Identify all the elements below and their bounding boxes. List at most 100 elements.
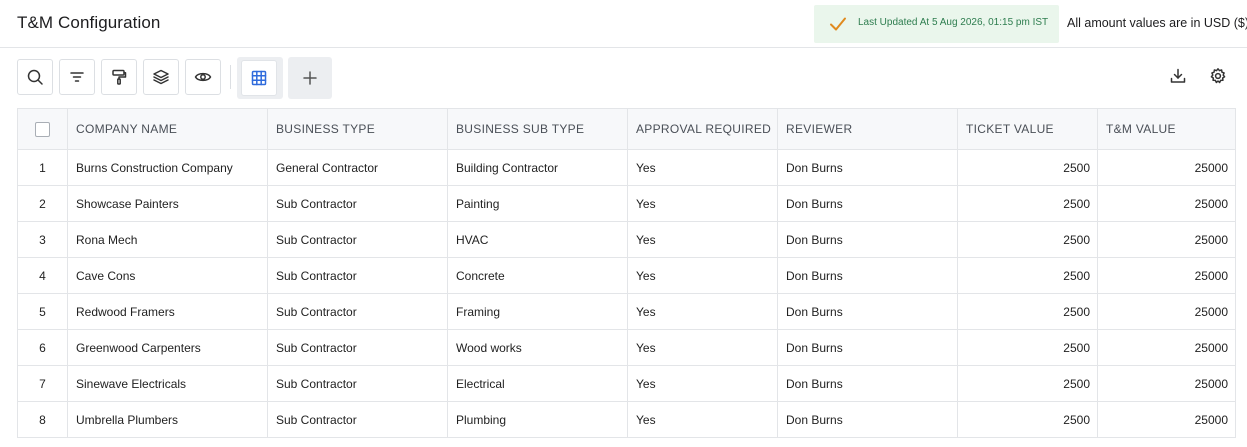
view-button[interactable] <box>185 59 221 95</box>
ticket-value-cell: 2500 <box>958 258 1098 293</box>
table-row[interactable]: 8 Umbrella Plumbers Sub Contractor Plumbing… <box>18 402 1235 438</box>
select-all-cell <box>18 109 68 149</box>
tm-value-cell: 25000 <box>1194 196 1228 211</box>
ticket-value-cell: 2500 <box>958 222 1098 257</box>
reviewer-cell: Don Burns <box>778 294 958 329</box>
tm-value-cell: 25000 <box>1194 160 1228 175</box>
reviewer-cell: Don Burns <box>778 222 958 257</box>
format-button[interactable] <box>101 59 137 95</box>
approval-required-cell: Yes <box>628 366 778 401</box>
add-view-button[interactable] <box>288 57 332 99</box>
filter-icon <box>70 72 84 82</box>
column-header-tm-value[interactable]: T&M VALUE <box>1098 109 1235 149</box>
row-number: 6 <box>18 330 68 365</box>
company-name-cell: Burns Construction Company <box>68 150 268 185</box>
grid-icon <box>251 70 267 86</box>
column-header-company-name[interactable]: COMPANY NAME <box>68 109 268 149</box>
table-row[interactable]: 5 Redwood Framers Sub Contractor Framing Yes… <box>18 294 1235 330</box>
row-number: 3 <box>18 222 68 257</box>
paint-roller-icon <box>112 69 127 85</box>
ticket-value-cell: 2500 <box>958 366 1098 401</box>
layers-button[interactable] <box>143 59 179 95</box>
select-all-checkbox[interactable] <box>35 121 50 137</box>
ticket-value-cell: 2500 <box>958 330 1098 365</box>
grid-view-button[interactable] <box>241 60 277 96</box>
layers-icon <box>153 69 169 85</box>
ticket-value-cell: 2500 <box>958 294 1098 329</box>
business-type-cell: Sub Contractor <box>268 294 448 329</box>
business-sub-type-cell: Wood works <box>448 330 628 365</box>
business-type-cell: Sub Contractor <box>268 222 448 257</box>
business-sub-type-cell: Building Contractor <box>448 150 628 185</box>
settings-button[interactable] <box>1209 67 1229 87</box>
business-type-cell: General Contractor <box>268 150 448 185</box>
check-icon <box>830 17 846 31</box>
tm-value-cell: 25000 <box>1194 412 1228 427</box>
column-header-approval-required[interactable]: APPROVAL REQUIRED <box>628 109 778 149</box>
company-name-cell: Greenwood Carpenters <box>68 330 268 365</box>
column-header-ticket-value[interactable]: TICKET VALUE <box>958 109 1098 149</box>
business-sub-type-cell: Plumbing <box>448 402 628 437</box>
ticket-value-cell: 2500 <box>958 150 1098 185</box>
approval-required-cell: Yes <box>628 150 778 185</box>
plus-icon <box>303 71 317 85</box>
company-name-cell: Cave Cons <box>68 258 268 293</box>
grid-view-toggle <box>237 57 283 99</box>
business-sub-type-cell: Framing <box>448 294 628 329</box>
table-header-row: COMPANY NAME BUSINESS TYPE BUSINESS SUB … <box>18 109 1235 150</box>
table-row[interactable]: 3 Rona Mech Sub Contractor HVAC Yes Don Burns… <box>18 222 1235 258</box>
business-type-cell: Sub Contractor <box>268 366 448 401</box>
approval-required-cell: Yes <box>628 402 778 437</box>
row-number: 2 <box>18 186 68 221</box>
row-number: 4 <box>18 258 68 293</box>
company-name-cell: Sinewave Electricals <box>68 366 268 401</box>
business-type-cell: Sub Contractor <box>268 258 448 293</box>
download-icon <box>1170 68 1186 83</box>
business-sub-type-cell: Painting <box>448 186 628 221</box>
business-sub-type-cell: HVAC <box>448 222 628 257</box>
ticket-value-cell: 2500 <box>958 186 1098 221</box>
approval-required-cell: Yes <box>628 294 778 329</box>
reviewer-cell: Don Burns <box>778 258 958 293</box>
page-title: T&M Configuration <box>17 13 161 32</box>
approval-required-cell: Yes <box>628 330 778 365</box>
reviewer-cell: Don Burns <box>778 366 958 401</box>
approval-required-cell: Yes <box>628 186 778 221</box>
company-name-cell: Umbrella Plumbers <box>68 402 268 437</box>
row-number: 7 <box>18 366 68 401</box>
company-name-cell: Rona Mech <box>68 222 268 257</box>
business-type-cell: Sub Contractor <box>268 186 448 221</box>
company-name-cell: Redwood Framers <box>68 294 268 329</box>
reviewer-cell: Don Burns <box>778 150 958 185</box>
toolbar <box>0 57 1247 101</box>
row-number: 1 <box>18 150 68 185</box>
table-row[interactable]: 7 Sinewave Electricals Sub Contractor Elect… <box>18 366 1235 402</box>
column-header-business-type[interactable]: BUSINESS TYPE <box>268 109 448 149</box>
tm-value-cell: 25000 <box>1194 340 1228 355</box>
reviewer-cell: Don Burns <box>778 186 958 221</box>
download-button[interactable] <box>1169 67 1189 87</box>
reviewer-cell: Don Burns <box>778 402 958 437</box>
business-sub-type-cell: Electrical <box>448 366 628 401</box>
table-row[interactable]: 6 Greenwood Carpenters Sub Contractor Wood … <box>18 330 1235 366</box>
search-button[interactable] <box>17 59 53 95</box>
last-updated-text: Last Updated At 5 Aug 2026, 01:15 pm IST <box>858 17 1049 28</box>
tm-value-cell: 25000 <box>1194 232 1228 247</box>
business-type-cell: Sub Contractor <box>268 402 448 437</box>
last-updated-banner: Last Updated At 5 Aug 2026, 01:15 pm IST <box>814 5 1059 43</box>
approval-required-cell: Yes <box>628 222 778 257</box>
reviewer-cell: Don Burns <box>778 330 958 365</box>
tm-value-cell: 25000 <box>1194 376 1228 391</box>
column-header-business-sub-type[interactable]: BUSINESS SUB TYPE <box>448 109 628 149</box>
table-row[interactable]: 1 Burns Construction Company General Contr… <box>18 150 1235 186</box>
search-icon <box>27 69 43 85</box>
row-number: 5 <box>18 294 68 329</box>
table-row[interactable]: 4 Cave Cons Sub Contractor Concrete Yes Don B… <box>18 258 1235 294</box>
table-body: 1 Burns Construction Company General Contr… <box>18 150 1235 438</box>
table-row[interactable]: 2 Showcase Painters Sub Contractor Painting… <box>18 186 1235 222</box>
filter-button[interactable] <box>59 59 95 95</box>
tm-config-table: COMPANY NAME BUSINESS TYPE BUSINESS SUB … <box>17 108 1236 438</box>
column-header-reviewer[interactable]: REVIEWER <box>778 109 958 149</box>
business-sub-type-cell: Concrete <box>448 258 628 293</box>
currency-note: All amount values are in USD ($) <box>1067 16 1247 30</box>
